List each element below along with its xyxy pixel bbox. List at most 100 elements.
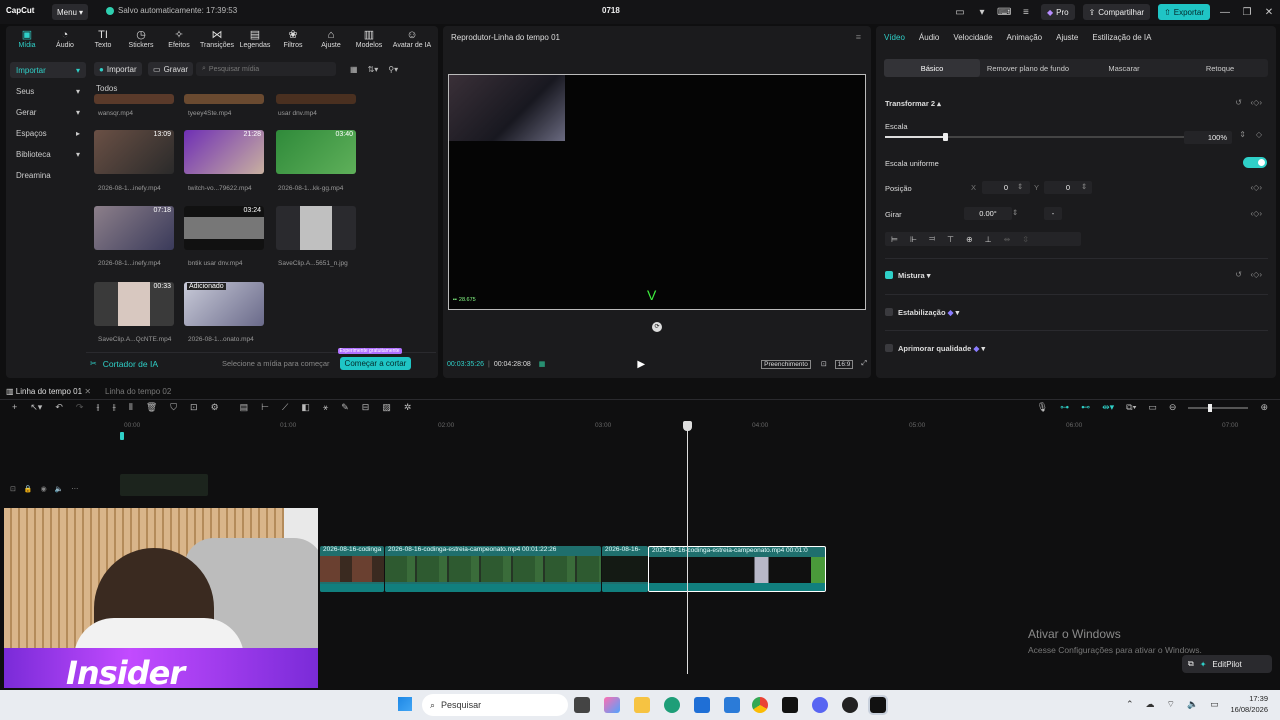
track-cover-icon[interactable]: ⊡ bbox=[10, 485, 16, 493]
sort-icon[interactable]: ⇅▾ bbox=[368, 65, 379, 74]
start-cutting-button[interactable]: Experimente gratuitamente Começar a cort… bbox=[337, 348, 412, 370]
tab-timeline-02[interactable]: Linha do tempo 02 bbox=[105, 387, 171, 396]
close-icon[interactable]: ✕ bbox=[84, 387, 91, 396]
mirror-icon[interactable]: ◧ bbox=[301, 402, 310, 413]
zoom-in-icon[interactable]: ⊕ bbox=[1260, 402, 1268, 413]
overlay-clip[interactable] bbox=[449, 75, 565, 141]
stabilize-section[interactable]: Estabilização ◆ ▾ bbox=[885, 308, 959, 317]
discord-icon[interactable] bbox=[812, 697, 828, 713]
stepper-icon[interactable]: ⇕ bbox=[1239, 130, 1246, 139]
rotate-input[interactable]: 0.00° bbox=[964, 207, 1012, 220]
subtab-retouch[interactable]: Retoque bbox=[1172, 59, 1268, 77]
stepper-icon[interactable]: ⇕ bbox=[1012, 208, 1018, 217]
chevron-down-icon[interactable]: ▾ bbox=[975, 7, 989, 18]
scale-input[interactable]: 100% bbox=[1184, 131, 1232, 144]
tool-ai-avatar[interactable]: ☺ Avatar de IA bbox=[390, 28, 434, 49]
editpilot-button[interactable]: ⧉ ✦ EditPilot bbox=[1182, 655, 1272, 673]
select-tool-icon[interactable]: ↖▾ bbox=[30, 402, 42, 413]
magic-icon[interactable]: ✎ bbox=[341, 402, 349, 413]
fullscreen-icon[interactable]: ⤢ bbox=[861, 360, 867, 368]
record-button[interactable]: ▭ Gravar bbox=[148, 62, 194, 76]
speaker-icon[interactable]: 🔈 bbox=[55, 485, 64, 493]
tab-animation[interactable]: Animação bbox=[1007, 33, 1043, 42]
outlook-icon[interactable] bbox=[724, 697, 740, 713]
windows-start-icon[interactable] bbox=[398, 697, 412, 711]
image-icon[interactable]: ▨ bbox=[382, 402, 391, 413]
subtab-basic[interactable]: Básico bbox=[884, 59, 980, 77]
distribute-v-icon[interactable]: ⇳ bbox=[1022, 235, 1029, 244]
timeline-clip-selected[interactable]: 2026-08-16-codinga-estreia-campeonato.mp… bbox=[648, 546, 826, 592]
blend-checkbox[interactable] bbox=[885, 271, 893, 279]
tool-effects[interactable]: ✧ Efeitos bbox=[162, 28, 196, 49]
sidenav-item-library[interactable]: Biblioteca ▾ bbox=[10, 146, 86, 162]
split-right-icon[interactable]: ⫴ bbox=[129, 402, 133, 413]
stabilize-checkbox[interactable] bbox=[885, 308, 893, 316]
media-search-input[interactable]: ⌕ Pesquisar mídia bbox=[196, 62, 336, 76]
align-middle-icon[interactable]: ⊕ bbox=[966, 235, 973, 244]
split-icon[interactable]: ⫲ bbox=[96, 402, 99, 413]
capcut-active-icon[interactable] bbox=[868, 695, 888, 715]
split-left-icon[interactable]: ⫳ bbox=[112, 402, 116, 413]
grid-view-icon[interactable]: ▦ bbox=[350, 65, 358, 74]
waveform-icon[interactable]: ▦ bbox=[539, 360, 546, 368]
network-icon[interactable]: ☁ bbox=[1146, 699, 1155, 710]
eye-icon[interactable]: ◉ bbox=[41, 485, 47, 493]
timeline-clip[interactable]: 2026-08-16-codinga-estreia-campeonato.mp… bbox=[385, 546, 601, 592]
media-thumb[interactable]: 13:09 bbox=[94, 130, 174, 174]
tool-text[interactable]: TI Texto bbox=[86, 28, 120, 49]
align-left-icon[interactable]: ⊨ bbox=[891, 235, 898, 244]
project-title[interactable]: 0718 bbox=[602, 6, 620, 15]
smart-icon[interactable]: ✲ bbox=[404, 402, 412, 413]
rotate-handle-icon[interactable]: ⟳ bbox=[652, 322, 662, 332]
stepper-icon[interactable]: ⇕ bbox=[1017, 182, 1023, 191]
tab-audio[interactable]: Áudio bbox=[919, 33, 939, 42]
align-right-icon[interactable]: ⫤ bbox=[929, 234, 935, 244]
store-icon[interactable] bbox=[694, 697, 710, 713]
media-thumb[interactable] bbox=[184, 94, 264, 104]
freeze-icon[interactable]: ⊢ bbox=[261, 402, 269, 413]
volume-icon[interactable]: 🔈 bbox=[1187, 699, 1198, 710]
battery-icon[interactable]: ▭ bbox=[1210, 699, 1219, 710]
import-button[interactable]: ● Importar bbox=[94, 62, 142, 76]
tool-media[interactable]: ▣ Mídia bbox=[10, 28, 44, 49]
share-button[interactable]: ⇪ Compartilhar bbox=[1082, 4, 1151, 20]
more-icon[interactable]: ⋯ bbox=[71, 485, 78, 493]
tab-speed[interactable]: Velocidade bbox=[953, 33, 992, 42]
layout-icon[interactable]: ▭ bbox=[953, 7, 967, 18]
lock-icon[interactable]: 🔒 bbox=[24, 485, 33, 493]
media-thumb[interactable] bbox=[276, 206, 356, 250]
snap-icon[interactable]: ⇹▾ bbox=[1102, 402, 1114, 413]
crop-icon[interactable]: ⊡ bbox=[190, 402, 198, 413]
resize-icon[interactable]: ⊟ bbox=[362, 402, 370, 413]
fill-mode-button[interactable]: Preenchimento bbox=[761, 359, 811, 369]
subtab-remove-bg[interactable]: Remover plano de fundo bbox=[980, 59, 1076, 77]
menu-button[interactable]: Menu ▾ bbox=[52, 4, 88, 20]
animation-icon[interactable]: ⚹ bbox=[323, 402, 328, 413]
filter-icon[interactable]: ⚲▾ bbox=[388, 65, 398, 74]
shortcuts-icon[interactable]: ⌨ bbox=[997, 7, 1011, 18]
tool-adjust[interactable]: ⌂ Ajuste bbox=[314, 28, 348, 49]
media-thumb[interactable] bbox=[276, 94, 356, 104]
maximize-icon[interactable]: ❐ bbox=[1240, 7, 1254, 18]
edge-icon[interactable] bbox=[664, 697, 680, 713]
preview-axis-icon[interactable]: ⧉▾ bbox=[1126, 402, 1136, 413]
enhance-checkbox[interactable] bbox=[885, 344, 893, 352]
sidenav-item-dreamina[interactable]: Dreamina bbox=[10, 167, 86, 183]
zoom-thumb[interactable] bbox=[1208, 403, 1213, 412]
media-thumb[interactable]: 00:33 bbox=[94, 282, 174, 326]
blend-section[interactable]: Mistura ▾ bbox=[885, 271, 931, 280]
tool-filters[interactable]: ❀ Filtros bbox=[276, 28, 310, 49]
tab-ai-style[interactable]: Estilização de IA bbox=[1092, 33, 1151, 42]
tool-stickers[interactable]: ◷ Stickers bbox=[124, 28, 158, 49]
menu-icon[interactable]: ≡ bbox=[856, 32, 861, 42]
mask-icon[interactable]: ⟋ bbox=[282, 402, 288, 413]
stepper-icon[interactable]: ⇕ bbox=[1081, 182, 1087, 191]
keyframe-icon[interactable]: ‹◇› bbox=[1251, 98, 1262, 107]
playhead[interactable] bbox=[687, 422, 688, 674]
subtab-mask[interactable]: Mascarar bbox=[1076, 59, 1172, 77]
keyframe-icon[interactable]: ‹◇› bbox=[1251, 270, 1262, 279]
play-icon[interactable]: ▶ bbox=[637, 359, 645, 370]
media-thumb[interactable] bbox=[94, 94, 174, 104]
task-view-icon[interactable] bbox=[574, 697, 590, 713]
tab-video[interactable]: Vídeo bbox=[884, 33, 905, 42]
